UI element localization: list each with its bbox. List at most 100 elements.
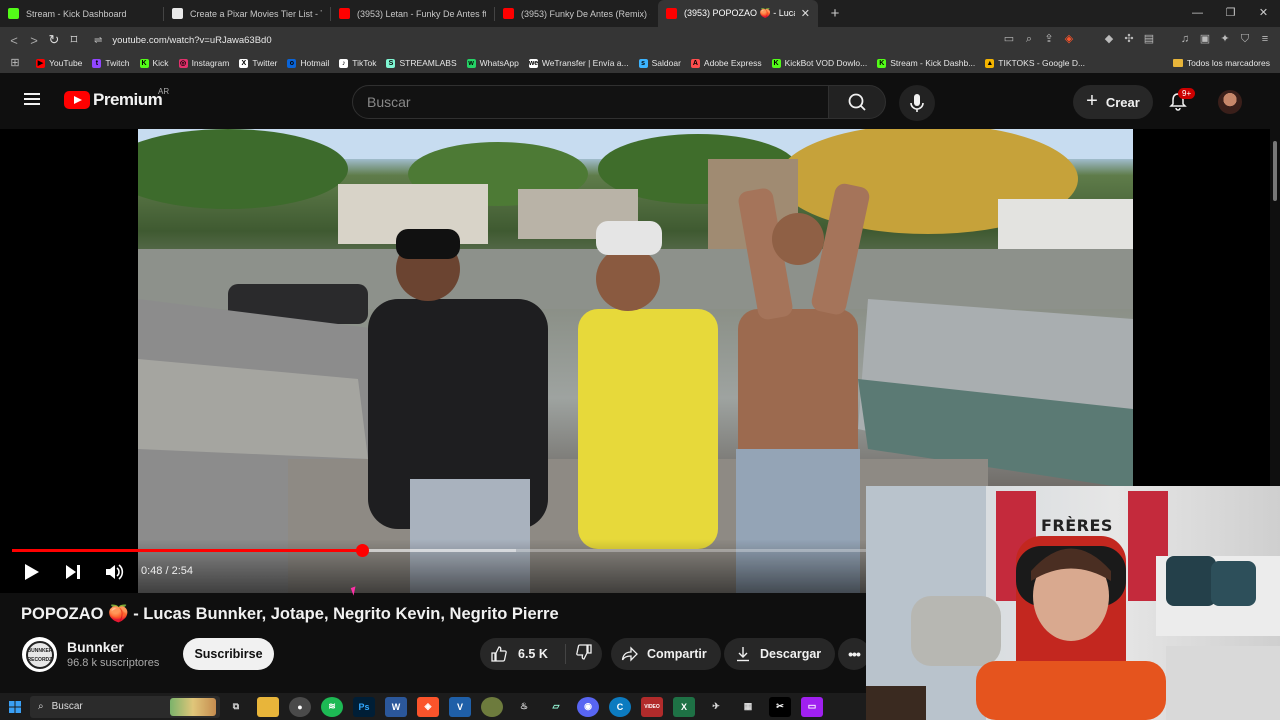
scrubber-handle[interactable] xyxy=(356,544,370,557)
close-window-button[interactable]: ✕ xyxy=(1247,0,1280,27)
steam-icon[interactable]: ♨ xyxy=(513,697,535,717)
menu-icon[interactable]: ≡ xyxy=(1258,31,1272,47)
cast-icon[interactable]: ▭ xyxy=(1002,31,1016,47)
bookmark-item[interactable]: s Saldoar xyxy=(638,58,681,68)
taskbar-search-input[interactable]: ⌕ Buscar xyxy=(30,695,220,718)
subscribe-button[interactable]: Suscribirse xyxy=(183,638,274,670)
dislike-button[interactable] xyxy=(566,643,593,666)
video-editor-icon[interactable]: VIDEO xyxy=(641,696,663,717)
restore-button[interactable]: ❐ xyxy=(1214,0,1247,27)
twitch-studio-icon[interactable]: ▭ xyxy=(801,696,823,717)
channel-name[interactable]: Bunnker xyxy=(67,639,124,655)
app-window-icon[interactable]: ▦ xyxy=(737,697,759,717)
scrollbar-thumb[interactable] xyxy=(1273,141,1277,201)
extension-icon[interactable]: ◆ xyxy=(1102,31,1116,47)
bookmark-item[interactable]: o Hotmail xyxy=(287,58,329,68)
browser-tab[interactable]: (3953) Letan - Funky De Antes ft Men xyxy=(331,0,494,27)
bookmark-item[interactable]: t Twitch xyxy=(92,58,130,68)
word-icon[interactable]: W xyxy=(385,696,407,717)
tab-label: Create a Pixar Movies Tier List - TierM xyxy=(190,8,322,19)
browser-tab[interactable]: (3953) POPOZAO 🍑 - Lucas Bun✕ xyxy=(658,0,818,27)
play-icon[interactable] xyxy=(24,563,40,581)
reload-button[interactable]: ↻ xyxy=(44,32,64,48)
bookmark-item[interactable]: ◎ Instagram xyxy=(178,58,229,68)
bookmark-item[interactable]: K Kick xyxy=(139,58,169,68)
search-input[interactable]: Buscar xyxy=(352,85,829,119)
video-title: POPOZAO 🍑 - Lucas Bunnker, Jotape, Negri… xyxy=(21,605,559,623)
obs-icon[interactable]: ● xyxy=(289,696,311,717)
bookmark-label: Twitter xyxy=(252,58,278,68)
vpn-icon[interactable]: ⛉ xyxy=(1238,31,1252,47)
bookmark-favicon-icon: K xyxy=(771,58,781,68)
excel-icon[interactable]: X xyxy=(673,696,695,717)
microphone-icon xyxy=(910,94,924,112)
bookmark-item[interactable]: A Adobe Express xyxy=(690,58,762,68)
apps-grid-icon[interactable]: ⊞ xyxy=(8,55,22,71)
notepad-icon[interactable]: ▱ xyxy=(545,697,567,717)
discord-icon[interactable]: ◉ xyxy=(577,696,599,717)
account-avatar[interactable] xyxy=(1218,90,1242,114)
bookmark-item[interactable]: X Twitter xyxy=(239,58,277,68)
bookmark-item[interactable]: S STREAMLABS xyxy=(386,58,457,68)
close-tab-icon[interactable]: ✕ xyxy=(795,7,810,20)
bookmark-item[interactable]: ▶ YouTube xyxy=(36,58,82,68)
wallet-icon[interactable]: ▣ xyxy=(1198,31,1212,47)
volume-icon[interactable] xyxy=(104,563,124,581)
app-icon[interactable] xyxy=(481,696,503,717)
bookmark-item[interactable]: ▲ TIKTOKS - Google D... xyxy=(985,58,1085,68)
bookmark-label: Kick xyxy=(152,58,169,68)
share-page-icon[interactable]: ⇪ xyxy=(1042,31,1056,47)
site-settings-icon[interactable]: ⇌ xyxy=(94,35,102,46)
new-tab-button[interactable]: + xyxy=(824,5,846,22)
capcut-icon[interactable]: C xyxy=(609,696,631,717)
browser-tab[interactable]: (3953) Funky De Antes (Remix) - Letan xyxy=(495,0,658,27)
brave-shields-icon[interactable]: ◈ xyxy=(1062,31,1076,47)
gamepad-icon[interactable]: ✈ xyxy=(705,697,727,717)
like-button[interactable]: 6.5 K xyxy=(480,644,566,664)
browser-tab[interactable]: Create a Pixar Movies Tier List - TierM xyxy=(164,0,330,27)
bookmark-icon[interactable]: ⌑ xyxy=(64,32,84,48)
bookmark-item[interactable]: K KickBot VOD Dowlo... xyxy=(771,58,867,68)
task-view-icon[interactable]: ⧉ xyxy=(225,697,247,717)
forward-button[interactable]: > xyxy=(24,33,44,48)
url-field[interactable]: ⇌ youtube.com/watch?v=uRJawa63Bd0 xyxy=(94,30,994,50)
create-button[interactable]: + Crear xyxy=(1073,85,1153,119)
browser-tab[interactable]: Stream - Kick Dashboard xyxy=(0,0,163,27)
minimize-button[interactable]: — xyxy=(1181,0,1214,27)
bookmark-item[interactable]: ♪ TikTok xyxy=(339,58,376,68)
search-highlight-image xyxy=(170,697,216,716)
bookmark-label: Stream - Kick Dashb... xyxy=(890,58,976,68)
media-icon[interactable]: ♫ xyxy=(1178,31,1192,47)
voice-search-button[interactable] xyxy=(899,85,935,121)
leo-ai-icon[interactable]: ✦ xyxy=(1218,31,1232,47)
search-button[interactable] xyxy=(828,85,886,119)
share-button[interactable]: Compartir xyxy=(611,638,721,670)
bookmark-item[interactable]: we WeTransfer | Envía a... xyxy=(528,58,629,68)
search-icon: ⌕ xyxy=(38,701,44,712)
next-video-icon[interactable] xyxy=(64,563,82,581)
bookmark-label: Twitch xyxy=(105,58,130,68)
start-button[interactable] xyxy=(0,693,30,720)
window-controls: — ❐ ✕ xyxy=(1181,0,1280,27)
download-button[interactable]: Descargar xyxy=(724,638,836,670)
spotify-icon[interactable]: ≋ xyxy=(321,696,343,717)
all-bookmarks-folder[interactable]: Todos los marcadores xyxy=(1172,53,1270,73)
extensions-puzzle-icon[interactable]: ✣ xyxy=(1122,31,1136,47)
capcut-editor-icon[interactable]: ✂ xyxy=(769,696,791,717)
bookmark-favicon-icon: we xyxy=(528,58,539,68)
progress-bar[interactable] xyxy=(12,544,866,557)
bookmark-label: STREAMLABS xyxy=(399,58,457,68)
menu-hamburger-icon[interactable] xyxy=(24,93,40,105)
vegas-icon[interactable]: V xyxy=(449,696,471,717)
bookmark-item[interactable]: w WhatsApp xyxy=(466,58,519,68)
file-explorer-icon[interactable] xyxy=(257,696,279,717)
like-dislike-group: 6.5 K xyxy=(480,638,602,670)
zoom-icon[interactable]: ⌕ xyxy=(1022,31,1036,47)
youtube-premium-logo[interactable]: Premium AR xyxy=(64,87,169,110)
sidebar-icon[interactable]: ▤ xyxy=(1142,31,1156,47)
bookmark-item[interactable]: K Stream - Kick Dashb... xyxy=(877,58,975,68)
channel-avatar[interactable]: BUNNKER RECORDZ xyxy=(22,637,57,672)
back-button[interactable]: < xyxy=(4,33,24,48)
photoshop-icon[interactable]: Ps xyxy=(353,696,375,717)
brave-browser-icon[interactable]: ◈ xyxy=(417,696,439,717)
